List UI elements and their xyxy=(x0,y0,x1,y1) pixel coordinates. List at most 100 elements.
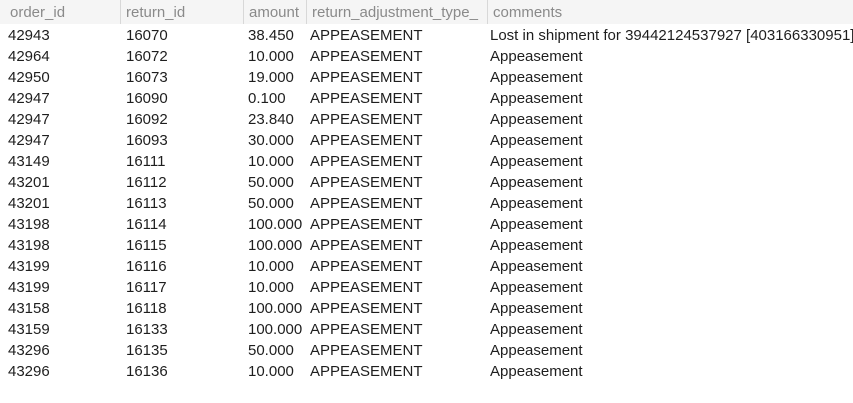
table-row[interactable]: 43149 16111 10.000 APPEASEMENT Appeasement xyxy=(0,151,853,172)
cell-comments[interactable]: Appeasement xyxy=(490,235,583,256)
cell-return-id[interactable]: 16115 xyxy=(126,235,167,256)
cell-comments[interactable]: Appeasement xyxy=(490,193,583,214)
cell-order-id[interactable]: 43199 xyxy=(8,256,50,277)
table-row[interactable]: 43198 16115 100.000 APPEASEMENT Appeasement xyxy=(0,235,853,256)
cell-comments[interactable]: Appeasement xyxy=(490,277,583,298)
cell-amount[interactable]: 100.000 xyxy=(248,235,302,256)
cell-return-id[interactable]: 16136 xyxy=(126,361,168,382)
cell-return-id[interactable]: 16117 xyxy=(126,277,167,298)
cell-order-id[interactable]: 43198 xyxy=(8,214,50,235)
cell-comments[interactable]: Appeasement xyxy=(490,340,583,361)
column-header-order-id[interactable]: order_id xyxy=(5,0,120,24)
cell-comments[interactable]: Appeasement xyxy=(490,214,583,235)
cell-comments[interactable]: Appeasement xyxy=(490,109,583,130)
cell-return-adjustment-type[interactable]: APPEASEMENT xyxy=(310,88,423,109)
cell-amount[interactable]: 19.000 xyxy=(248,67,294,88)
cell-amount[interactable]: 100.000 xyxy=(248,214,302,235)
cell-return-adjustment-type[interactable]: APPEASEMENT xyxy=(310,67,423,88)
column-header-comments[interactable]: comments xyxy=(488,0,853,24)
cell-return-id[interactable]: 16073 xyxy=(126,67,168,88)
table-row[interactable]: 43159 16133 100.000 APPEASEMENT Appeasement xyxy=(0,319,853,340)
cell-amount[interactable]: 50.000 xyxy=(248,340,294,361)
cell-amount[interactable]: 30.000 xyxy=(248,130,294,151)
cell-return-id[interactable]: 16114 xyxy=(126,214,167,235)
cell-return-adjustment-type[interactable]: APPEASEMENT xyxy=(310,361,423,382)
cell-amount[interactable]: 100.000 xyxy=(248,319,302,340)
cell-return-adjustment-type[interactable]: APPEASEMENT xyxy=(310,235,423,256)
table-row[interactable]: 42947 16090 0.100 APPEASEMENT Appeasement xyxy=(0,88,853,109)
cell-order-id[interactable]: 42947 xyxy=(8,109,50,130)
cell-comments[interactable]: Appeasement xyxy=(490,361,583,382)
cell-return-id[interactable]: 16133 xyxy=(126,319,168,340)
cell-return-adjustment-type[interactable]: APPEASEMENT xyxy=(310,340,423,361)
cell-comments[interactable]: Appeasement xyxy=(490,67,583,88)
table-row[interactable]: 42950 16073 19.000 APPEASEMENT Appeasement xyxy=(0,67,853,88)
cell-order-id[interactable]: 43296 xyxy=(8,340,50,361)
table-row[interactable]: 43296 16135 50.000 APPEASEMENT Appeasement xyxy=(0,340,853,361)
cell-return-id[interactable]: 16118 xyxy=(126,298,167,319)
table-row[interactable]: 42964 16072 10.000 APPEASEMENT Appeasement xyxy=(0,46,853,67)
table-row[interactable]: 42947 16092 23.840 APPEASEMENT Appeasement xyxy=(0,109,853,130)
cell-return-id[interactable]: 16093 xyxy=(126,130,168,151)
cell-order-id[interactable]: 42950 xyxy=(8,67,50,88)
cell-order-id[interactable]: 43296 xyxy=(8,361,50,382)
cell-comments[interactable]: Appeasement xyxy=(490,298,583,319)
cell-amount[interactable]: 10.000 xyxy=(248,361,294,382)
column-header-return-adjustment-type[interactable]: return_adjustment_type_ xyxy=(307,0,487,24)
table-row[interactable]: 43198 16114 100.000 APPEASEMENT Appeasement xyxy=(0,214,853,235)
cell-return-id[interactable]: 16112 xyxy=(126,172,167,193)
cell-comments[interactable]: Appeasement xyxy=(490,319,583,340)
column-header-return-id[interactable]: return_id xyxy=(121,0,243,24)
cell-amount[interactable]: 100.000 xyxy=(248,298,302,319)
cell-return-id[interactable]: 16135 xyxy=(126,340,168,361)
cell-return-adjustment-type[interactable]: APPEASEMENT xyxy=(310,319,423,340)
cell-return-adjustment-type[interactable]: APPEASEMENT xyxy=(310,109,423,130)
cell-return-adjustment-type[interactable]: APPEASEMENT xyxy=(310,193,423,214)
cell-amount[interactable]: 50.000 xyxy=(248,193,294,214)
cell-comments[interactable]: Appeasement xyxy=(490,172,583,193)
cell-return-id[interactable]: 16072 xyxy=(126,46,168,67)
cell-comments[interactable]: Appeasement xyxy=(490,151,583,172)
cell-return-id[interactable]: 16070 xyxy=(126,25,168,46)
cell-order-id[interactable]: 43149 xyxy=(8,151,50,172)
table-row[interactable]: 43296 16136 10.000 APPEASEMENT Appeasement xyxy=(0,361,853,382)
table-row[interactable]: 42943 16070 38.450 APPEASEMENT Lost in shipm… xyxy=(0,25,853,46)
cell-amount[interactable]: 38.450 xyxy=(248,25,294,46)
table-row[interactable]: 43199 16116 10.000 APPEASEMENT Appeasement xyxy=(0,256,853,277)
cell-return-id[interactable]: 16111 xyxy=(126,151,166,172)
cell-order-id[interactable]: 43201 xyxy=(8,172,50,193)
cell-return-adjustment-type[interactable]: APPEASEMENT xyxy=(310,277,423,298)
cell-amount[interactable]: 10.000 xyxy=(248,277,294,298)
cell-comments[interactable]: Appeasement xyxy=(490,88,583,109)
table-row[interactable]: 42947 16093 30.000 APPEASEMENT Appeasement xyxy=(0,130,853,151)
cell-amount[interactable]: 50.000 xyxy=(248,172,294,193)
cell-order-id[interactable]: 43158 xyxy=(8,298,50,319)
cell-return-adjustment-type[interactable]: APPEASEMENT xyxy=(310,256,423,277)
cell-amount[interactable]: 0.100 xyxy=(248,88,286,109)
cell-return-id[interactable]: 16116 xyxy=(126,256,167,277)
cell-comments[interactable]: Appeasement xyxy=(490,256,583,277)
cell-comments[interactable]: Appeasement xyxy=(490,46,583,67)
cell-return-adjustment-type[interactable]: APPEASEMENT xyxy=(310,130,423,151)
cell-return-adjustment-type[interactable]: APPEASEMENT xyxy=(310,214,423,235)
cell-amount[interactable]: 10.000 xyxy=(248,151,294,172)
cell-return-adjustment-type[interactable]: APPEASEMENT xyxy=(310,172,423,193)
cell-return-adjustment-type[interactable]: APPEASEMENT xyxy=(310,46,423,67)
cell-order-id[interactable]: 43199 xyxy=(8,277,50,298)
cell-return-id[interactable]: 16113 xyxy=(126,193,167,214)
table-row[interactable]: 43199 16117 10.000 APPEASEMENT Appeasement xyxy=(0,277,853,298)
table-row[interactable]: 43158 16118 100.000 APPEASEMENT Appeasement xyxy=(0,298,853,319)
column-header-amount[interactable]: amount xyxy=(244,0,306,24)
cell-order-id[interactable]: 42947 xyxy=(8,88,50,109)
cell-return-id[interactable]: 16090 xyxy=(126,88,168,109)
cell-order-id[interactable]: 43159 xyxy=(8,319,50,340)
table-row[interactable]: 43201 16113 50.000 APPEASEMENT Appeasement xyxy=(0,193,853,214)
cell-order-id[interactable]: 43198 xyxy=(8,235,50,256)
cell-order-id[interactable]: 43201 xyxy=(8,193,50,214)
cell-order-id[interactable]: 42943 xyxy=(8,25,50,46)
cell-return-adjustment-type[interactable]: APPEASEMENT xyxy=(310,151,423,172)
cell-order-id[interactable]: 42964 xyxy=(8,46,50,67)
cell-comments[interactable]: Lost in shipment for 39442124537927 [403… xyxy=(490,25,853,46)
cell-amount[interactable]: 23.840 xyxy=(248,109,294,130)
cell-amount[interactable]: 10.000 xyxy=(248,256,294,277)
